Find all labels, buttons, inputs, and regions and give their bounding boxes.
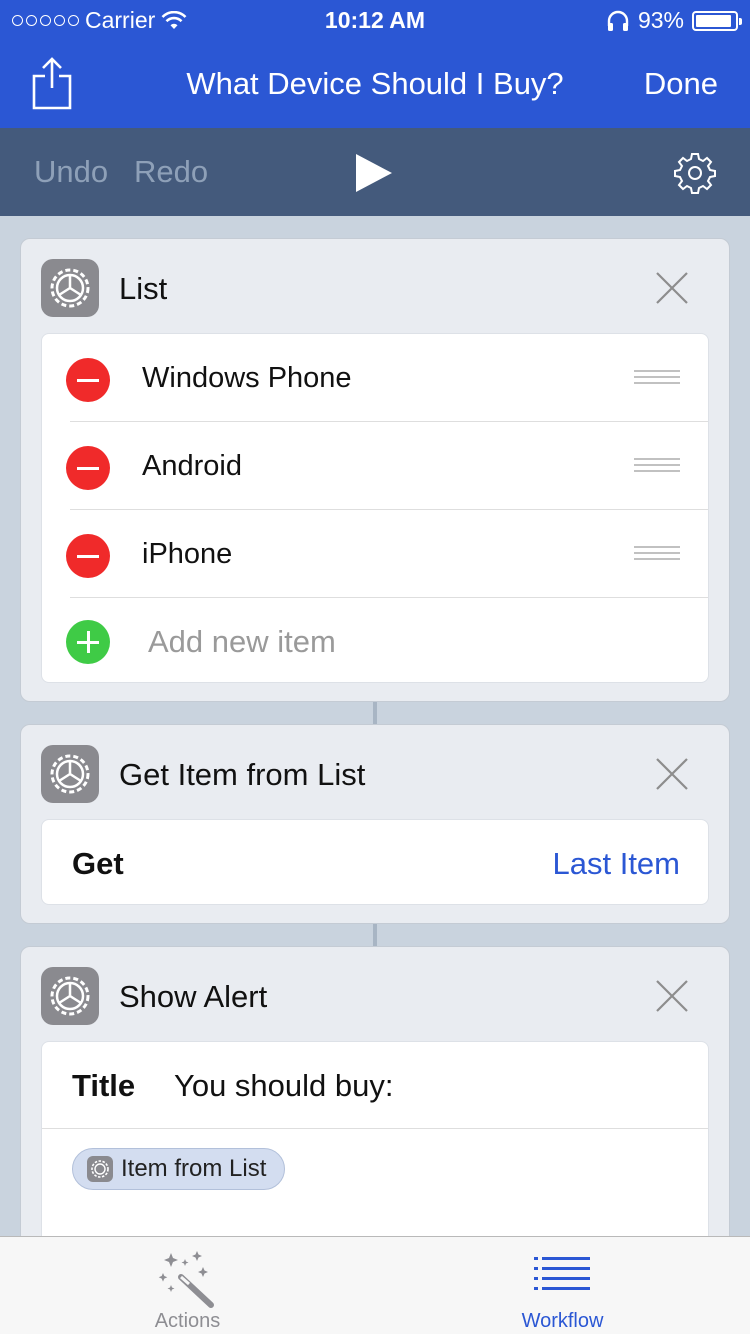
list-item[interactable]: Windows Phone bbox=[42, 334, 708, 422]
get-item-action-title: Get Item from List bbox=[119, 757, 366, 792]
list-item-label[interactable]: Android bbox=[142, 450, 242, 483]
list-action-card[interactable]: List Windows Phone Android iPhone Add ne… bbox=[20, 238, 730, 702]
show-alert-action-title: Show Alert bbox=[119, 979, 268, 1014]
show-alert-action-card[interactable]: Show Alert Title You should buy: Item fr… bbox=[20, 946, 730, 1236]
get-item-action-header: Get Item from List bbox=[21, 725, 729, 823]
token-label: Item from List bbox=[121, 1155, 267, 1182]
add-item-placeholder[interactable]: Add new item bbox=[148, 624, 336, 660]
magic-variable-token[interactable]: Item from List bbox=[72, 1148, 286, 1190]
settings-gear-icon[interactable] bbox=[674, 152, 716, 194]
action-connector bbox=[373, 702, 377, 724]
drag-handle-icon[interactable] bbox=[634, 458, 680, 474]
list-item-label[interactable]: Windows Phone bbox=[142, 362, 352, 395]
battery-percent: 93% bbox=[637, 7, 684, 33]
scripting-gear-icon bbox=[41, 745, 99, 803]
done-button[interactable]: Done bbox=[644, 66, 718, 102]
delete-item-icon[interactable] bbox=[66, 534, 110, 578]
divider bbox=[42, 1128, 708, 1129]
close-icon[interactable] bbox=[655, 757, 689, 791]
show-alert-action-header: Show Alert bbox=[21, 947, 729, 1045]
get-label: Get bbox=[72, 846, 124, 881]
scripting-gear-icon bbox=[87, 1156, 113, 1182]
play-icon[interactable] bbox=[354, 152, 394, 194]
list-items-panel: Windows Phone Android iPhone Add new ite… bbox=[41, 333, 709, 683]
navigation-bar: What Device Should I Buy? Done bbox=[0, 40, 750, 128]
tab-actions-label: Actions bbox=[154, 1310, 221, 1332]
add-item-row[interactable]: Add new item bbox=[42, 598, 708, 682]
tab-workflow-label: Workflow bbox=[521, 1310, 604, 1332]
battery-icon bbox=[692, 10, 742, 31]
drag-handle-icon[interactable] bbox=[634, 370, 680, 386]
undo-button[interactable]: Undo bbox=[34, 154, 108, 190]
magic-wand-icon bbox=[158, 1251, 214, 1308]
tab-bar: Actions Workflow bbox=[0, 1236, 750, 1334]
delete-item-icon[interactable] bbox=[66, 446, 110, 490]
workflow-title: What Device Should I Buy? bbox=[186, 66, 564, 101]
tab-actions[interactable]: Actions bbox=[0, 1237, 375, 1334]
alert-title-field[interactable]: You should buy: bbox=[174, 1068, 393, 1104]
editor-toolbar: Undo Redo bbox=[0, 128, 750, 216]
get-item-action-card[interactable]: Get Item from List Get Last Item bbox=[20, 724, 730, 924]
list-icon bbox=[533, 1257, 590, 1290]
scripting-gear-icon bbox=[41, 967, 99, 1025]
add-item-icon[interactable] bbox=[66, 620, 110, 664]
scripting-gear-icon bbox=[41, 259, 99, 317]
alert-title-label: Title bbox=[72, 1068, 136, 1103]
alert-parameters-panel: Title You should buy: Item from List bbox=[41, 1041, 709, 1236]
get-value-selector[interactable]: Last Item bbox=[553, 846, 681, 882]
list-item[interactable]: Android bbox=[42, 422, 708, 510]
action-connector bbox=[373, 924, 377, 946]
list-item[interactable]: iPhone bbox=[42, 510, 708, 598]
tab-workflow[interactable]: Workflow bbox=[375, 1237, 750, 1334]
delete-item-icon[interactable] bbox=[66, 358, 110, 402]
battery-fill bbox=[696, 14, 732, 27]
list-item-label[interactable]: iPhone bbox=[142, 538, 232, 571]
close-icon[interactable] bbox=[655, 979, 689, 1013]
workflow-canvas[interactable]: List Windows Phone Android iPhone Add ne… bbox=[0, 216, 750, 1236]
close-icon[interactable] bbox=[655, 271, 689, 305]
status-bar: Carrier 10:12 AM 93% bbox=[0, 0, 750, 40]
headphones-icon bbox=[607, 10, 629, 31]
get-parameter-panel: Get Last Item bbox=[41, 819, 709, 905]
list-action-title: List bbox=[119, 271, 168, 306]
list-action-header: List bbox=[21, 239, 729, 337]
top-bar: Carrier 10:12 AM 93% What Device Should … bbox=[0, 0, 750, 128]
redo-button[interactable]: Redo bbox=[134, 154, 208, 190]
drag-handle-icon[interactable] bbox=[634, 546, 680, 562]
